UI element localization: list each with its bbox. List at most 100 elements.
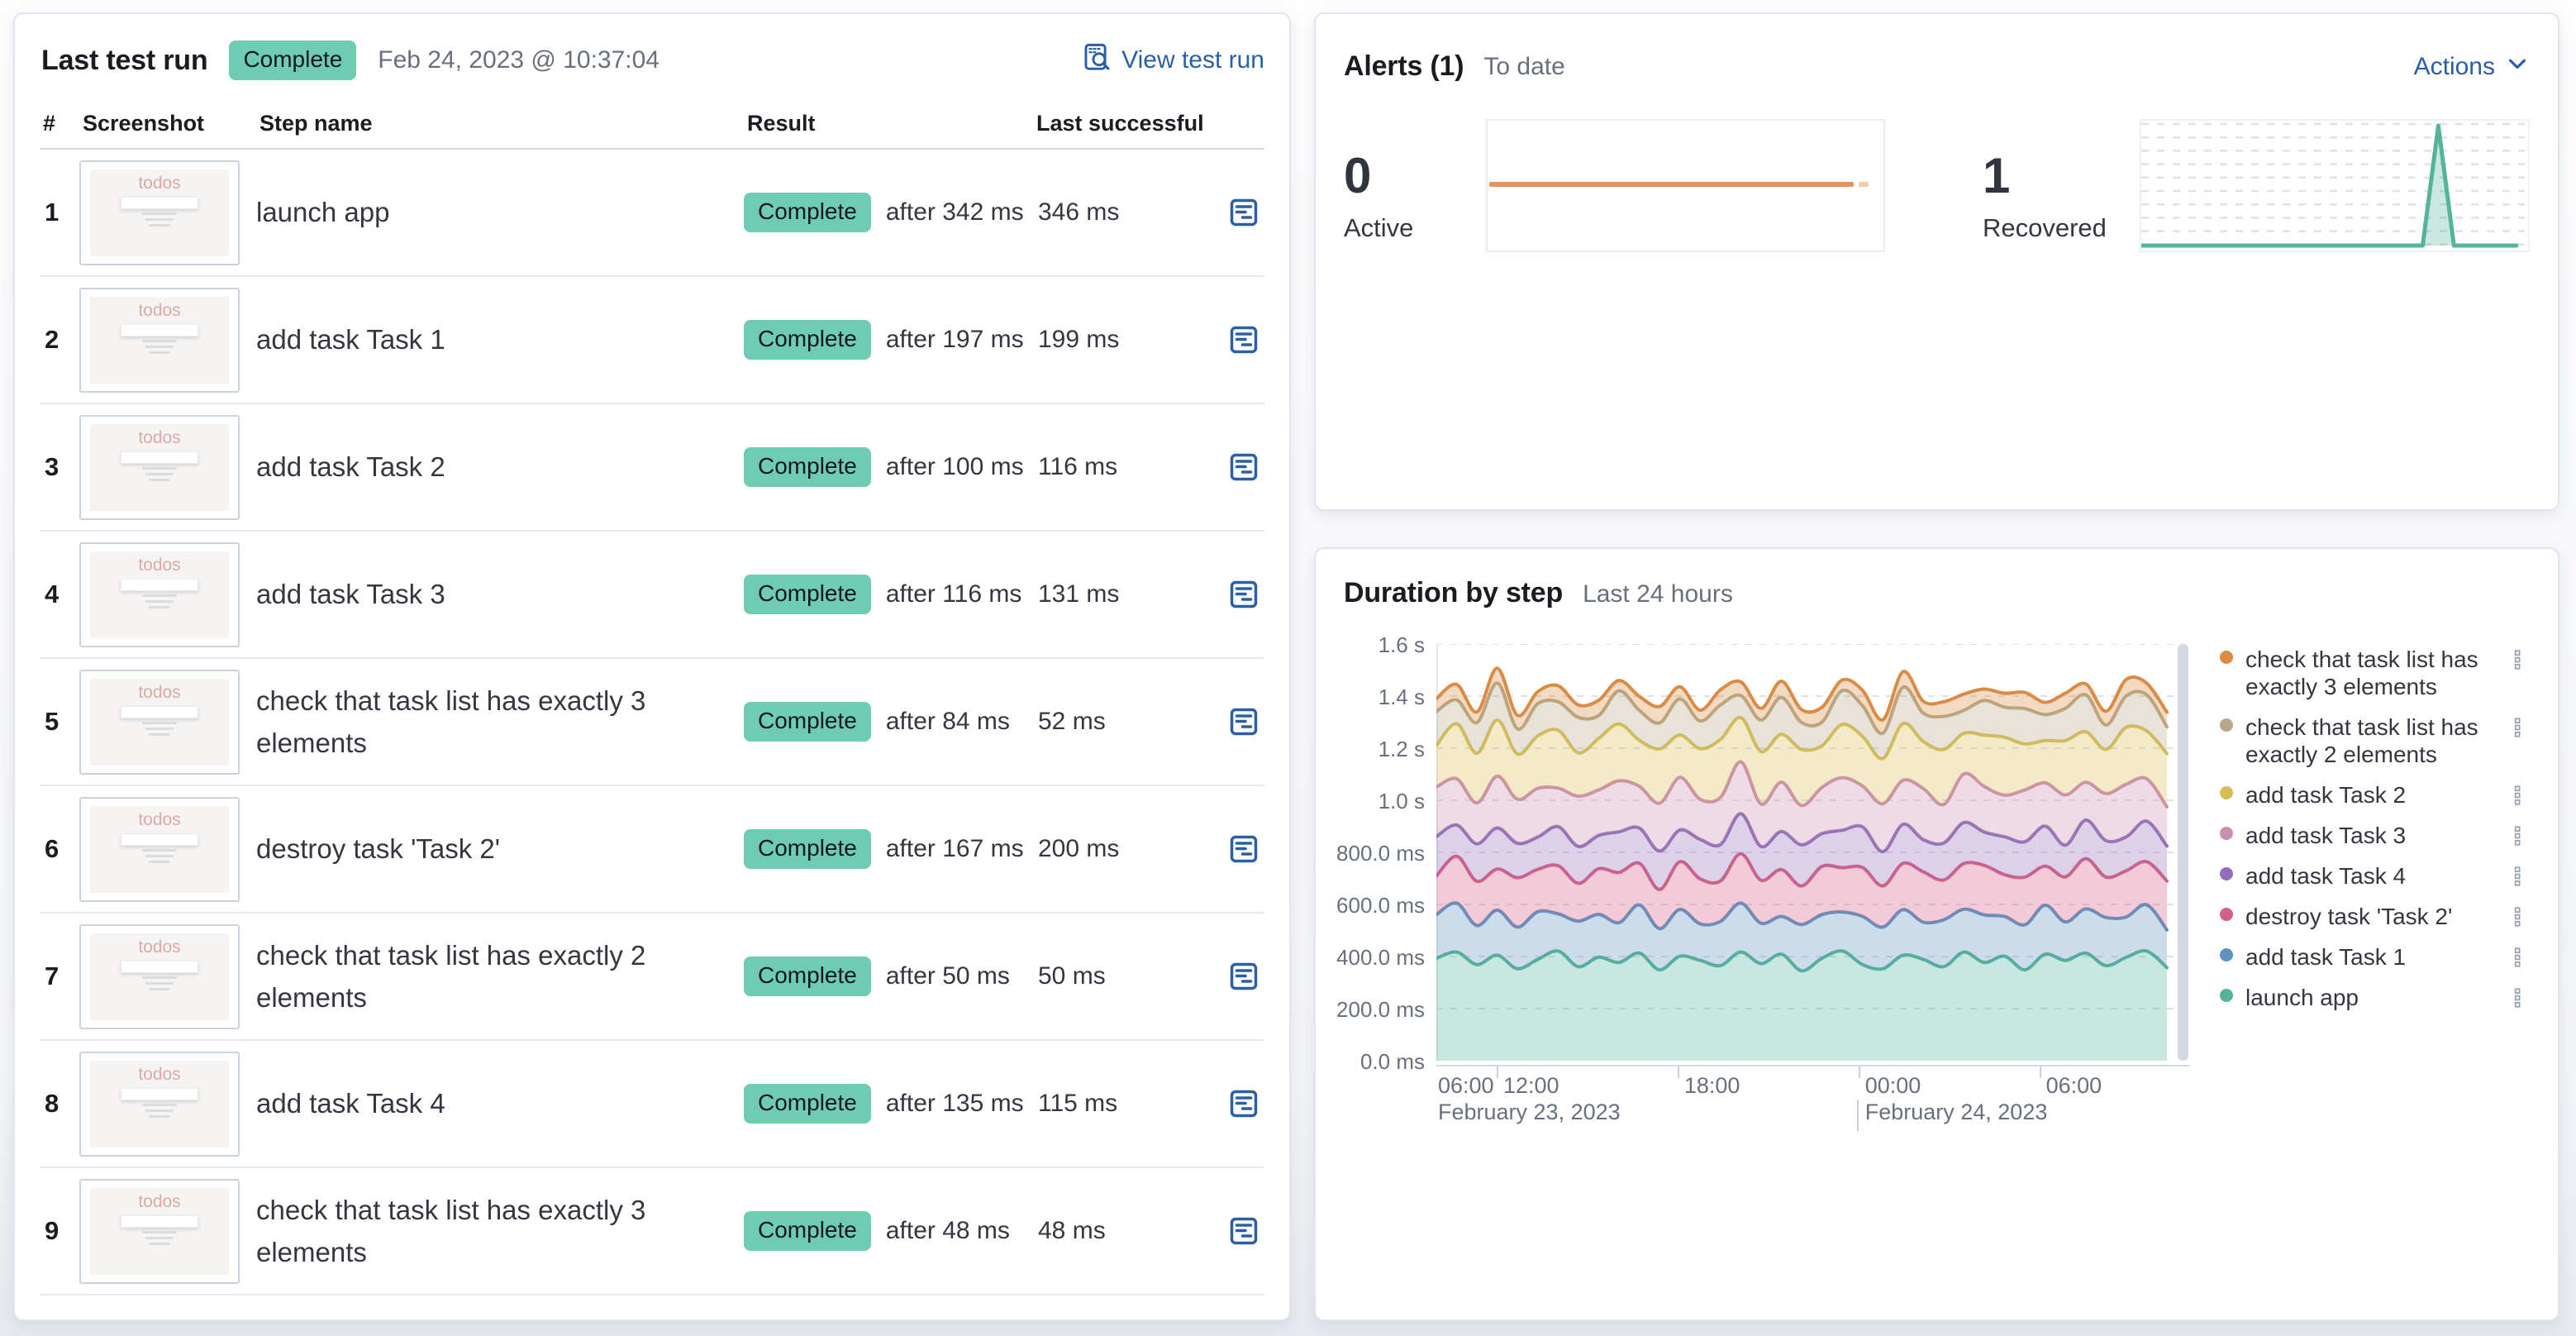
legend-item-menu-button[interactable]	[2505, 647, 2530, 672]
y-axis-tick-label: 1.2 s	[1378, 737, 1425, 761]
alerts-panel: Alerts (1) To date Actions 0 Active 1 Re…	[1314, 12, 2559, 511]
step-detail-button[interactable]	[1224, 702, 1264, 742]
step-screenshot-thumbnail[interactable]: todos	[79, 669, 240, 775]
legend-series-label: check that task list has exactly 2 eleme…	[2245, 714, 2478, 768]
screenshot-mock-input	[120, 578, 199, 591]
step-after-duration: after 167 ms	[885, 835, 1024, 862]
legend-item[interactable]: add task Task 2	[2220, 781, 2530, 809]
table-row: 9 todos check that task list has exactly 3…	[40, 1168, 1264, 1295]
legend-item-menu-button[interactable]	[2505, 945, 2530, 970]
legend-item[interactable]: add task Task 3	[2220, 822, 2530, 849]
recovered-alerts-label: Recovered	[1983, 213, 2107, 242]
journal-icon	[1227, 1217, 1260, 1250]
legend-item-menu-button[interactable]	[2505, 823, 2530, 848]
step-detail-button[interactable]	[1224, 575, 1264, 614]
screenshot-mock-input	[120, 196, 199, 209]
x-axis-tick-label: 12:00	[1502, 1073, 1559, 1098]
step-status-badge: Complete	[744, 956, 871, 997]
legend-series-dot	[2220, 948, 2233, 962]
legend-item-menu-button[interactable]	[2505, 904, 2530, 929]
step-screenshot-thumbnail[interactable]: todos	[79, 923, 240, 1029]
screenshot-mock-lines	[90, 594, 229, 608]
step-last-successful: 199 ms	[1038, 326, 1120, 353]
step-detail-button[interactable]	[1224, 447, 1264, 487]
step-detail-button[interactable]	[1224, 829, 1264, 869]
step-result: Complete after 48 ms	[744, 1210, 1033, 1252]
step-screenshot-thumbnail[interactable]: todos	[79, 287, 240, 393]
step-screenshot-thumbnail[interactable]: todos	[79, 796, 240, 902]
legend-item-menu-button[interactable]	[2505, 985, 2530, 1010]
step-screenshot-cell: todos	[79, 923, 256, 1029]
alerts-charts-row: 0 Active 1 Recovered	[1344, 119, 2530, 252]
step-result: Complete after 100 ms	[744, 446, 1033, 488]
step-name: add task Task 3	[256, 579, 445, 610]
step-last-successful: 115 ms	[1038, 1090, 1118, 1117]
screenshot-mock-lines	[90, 848, 229, 863]
step-status-badge: Complete	[744, 701, 871, 742]
step-last-successful: 52 ms	[1038, 708, 1106, 735]
journal-icon	[1227, 198, 1260, 231]
step-detail-button[interactable]	[1224, 1211, 1264, 1251]
step-name: destroy task 'Task 2'	[256, 833, 501, 865]
view-test-run-link[interactable]: View test run	[1082, 42, 1264, 79]
step-status-badge: Complete	[744, 446, 871, 488]
steps-table-header: # Screenshot Step name Result Last succe…	[40, 100, 1264, 150]
x-axis-tick-label: 06:00	[1438, 1073, 1494, 1098]
screenshot-mock-input	[120, 451, 199, 464]
screenshot-mock-input	[120, 323, 199, 336]
y-axis-tick-label: 1.4 s	[1378, 685, 1425, 709]
table-row: 8 todos add task Task 4 Complete after 135 m…	[40, 1041, 1264, 1168]
legend-item-menu-button[interactable]	[2505, 783, 2530, 808]
step-screenshot-thumbnail[interactable]: todos	[79, 1178, 240, 1284]
step-detail-button[interactable]	[1224, 957, 1264, 996]
screenshot-mock-lines	[90, 1103, 229, 1118]
legend-item-menu-button[interactable]	[2505, 715, 2530, 740]
col-header-step-name: Step name	[260, 111, 373, 136]
legend-item-menu-button[interactable]	[2505, 864, 2530, 889]
step-screenshot-cell: todos	[79, 1051, 256, 1157]
alerts-actions-button[interactable]: Actions	[2414, 51, 2530, 83]
alerts-title: Alerts (1)	[1344, 50, 1464, 82]
screenshot-app-title: todos	[138, 300, 181, 320]
step-screenshot-thumbnail[interactable]: todos	[79, 414, 240, 520]
step-detail-cell	[1223, 575, 1264, 614]
legend-series-dot	[2220, 651, 2233, 664]
screenshot-image: todos	[90, 169, 229, 256]
journal-icon	[1227, 962, 1260, 995]
step-after-duration: after 100 ms	[885, 453, 1024, 480]
duration-header: Duration by step Last 24 hours	[1344, 577, 2530, 609]
legend-item[interactable]: launch app	[2220, 984, 2530, 1011]
step-detail-button[interactable]	[1224, 193, 1264, 232]
legend-item[interactable]: check that task list has exactly 3 eleme…	[2220, 646, 2530, 700]
legend-series-dot	[2220, 827, 2233, 841]
screenshot-app-title: todos	[138, 173, 181, 193]
y-axis-tick-label: 600.0 ms	[1336, 893, 1425, 918]
screenshot-mock-lines	[90, 466, 229, 481]
alerts-actions-label: Actions	[2413, 52, 2495, 80]
step-detail-button[interactable]	[1224, 320, 1264, 360]
step-last-successful: 131 ms	[1038, 580, 1120, 608]
active-alerts-line-end	[1858, 182, 1869, 187]
step-screenshot-thumbnail[interactable]: todos	[79, 160, 240, 265]
legend-item[interactable]: add task Task 4	[2220, 862, 2530, 890]
recovered-alerts-count: 1	[1983, 148, 2011, 203]
step-after-duration: after 50 ms	[885, 962, 1010, 990]
legend-item[interactable]: add task Task 1	[2220, 943, 2530, 971]
step-status-badge: Complete	[744, 192, 871, 233]
step-result: Complete after 342 ms	[744, 192, 1033, 233]
y-axis-tick-label: 1.0 s	[1378, 789, 1425, 814]
x-axis-date-label: February 24, 2023	[1856, 1100, 2047, 1131]
step-screenshot-thumbnail[interactable]: todos	[79, 542, 240, 647]
screenshot-mock-lines	[90, 212, 229, 227]
legend-series-dot	[2220, 908, 2233, 922]
step-result: Complete after 135 ms	[744, 1083, 1033, 1124]
step-screenshot-thumbnail[interactable]: todos	[79, 1051, 240, 1157]
legend-item[interactable]: check that task list has exactly 2 eleme…	[2220, 713, 2530, 768]
duration-x-axis: 06:00 12:00 18:00 00:00 06:00	[1436, 1065, 2190, 1100]
steps-table-body: 1 todos launch app Complete after 342 ms 346 …	[40, 150, 1264, 1295]
boxed-ellipsis-icon	[2507, 650, 2528, 673]
legend-item[interactable]: destroy task 'Task 2'	[2220, 903, 2530, 930]
duration-plot[interactable]: 06:00 12:00 18:00 00:00 06:00 February 23, 2…	[1435, 643, 2190, 1133]
last-test-run-panel: Last test run Complete Feb 24, 2023 @ 10…	[13, 12, 1291, 1321]
step-detail-button[interactable]	[1224, 1084, 1264, 1124]
